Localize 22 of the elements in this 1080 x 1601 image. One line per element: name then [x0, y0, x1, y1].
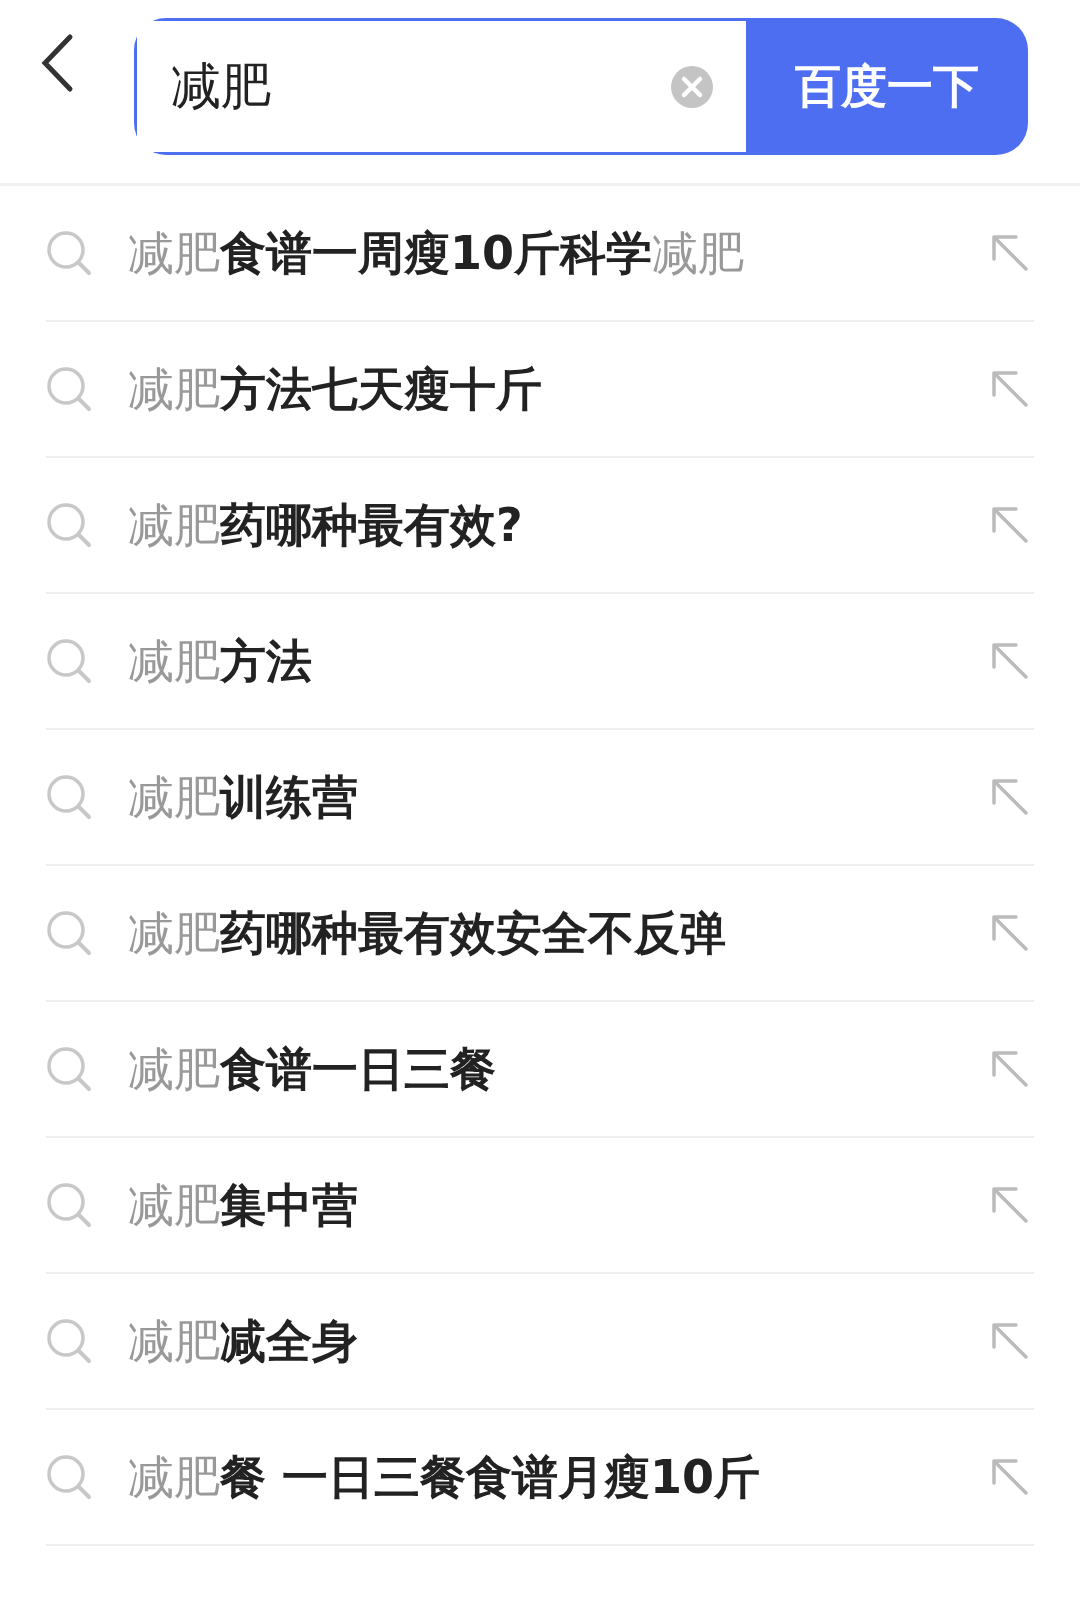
suggestion-item[interactable]: 减肥食谱一日三餐	[46, 1002, 1034, 1138]
suggestion-text: 减肥减全身	[128, 1312, 359, 1370]
suggestion-item[interactable]: 减肥减全身	[46, 1274, 1034, 1410]
suggestion-text: 减肥方法	[128, 632, 313, 690]
suggestion-item[interactable]: 减肥食谱一周瘦10斤科学减肥	[46, 186, 1034, 322]
search-button[interactable]: 百度一下	[746, 18, 1028, 155]
suggestion-text: 减肥药哪种最有效?	[128, 496, 524, 554]
suggestion-text: 减肥食谱一日三餐	[128, 1040, 497, 1098]
suggestion-item[interactable]: 减肥方法七天瘦十斤	[46, 322, 1034, 458]
suggestion-item[interactable]: 减肥餐 一日三餐食谱月瘦10斤	[46, 1410, 1034, 1546]
suggestion-item[interactable]: 减肥集中营	[46, 1138, 1034, 1274]
suggestion-text: 减肥集中营	[128, 1176, 359, 1234]
suggestion-text: 减肥方法七天瘦十斤	[128, 360, 543, 418]
search-field[interactable]: 减肥	[134, 18, 746, 155]
suggestion-item[interactable]: 减肥药哪种最有效?	[46, 458, 1034, 594]
suggestion-text: 减肥餐 一日三餐食谱月瘦10斤	[128, 1448, 762, 1506]
suggestion-item[interactable]: 减肥方法	[46, 594, 1034, 730]
suggestion-text: 减肥食谱一周瘦10斤科学减肥	[128, 224, 745, 282]
suggestion-item[interactable]: 减肥训练营	[46, 730, 1034, 866]
suggestion-text: 减肥药哪种最有效安全不反弹	[128, 904, 727, 962]
suggestion-text: 减肥训练营	[128, 768, 359, 826]
suggestion-item[interactable]: 减肥药哪种最有效安全不反弹	[46, 866, 1034, 1002]
